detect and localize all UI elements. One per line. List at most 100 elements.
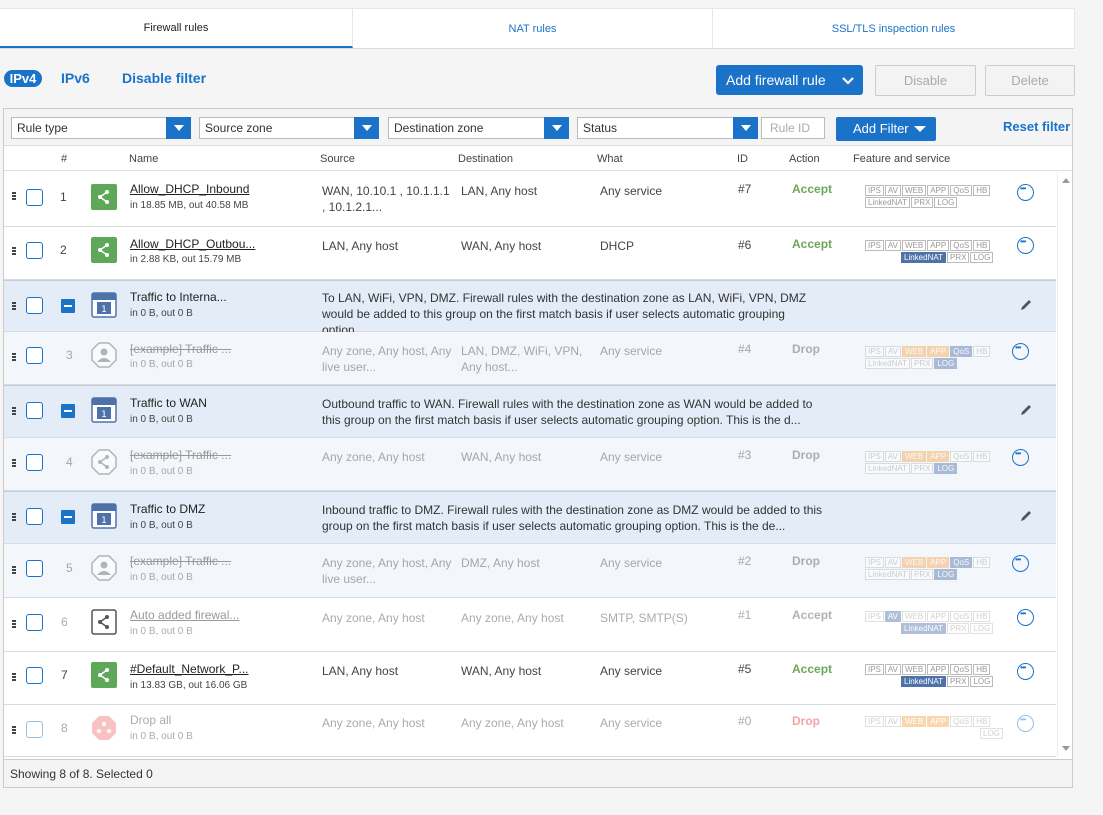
ipv6-toggle[interactable]: IPv6	[61, 70, 90, 86]
group-name[interactable]: Traffic to DMZ	[130, 502, 205, 516]
chevron-down-icon[interactable]	[841, 73, 855, 87]
drag-handle-icon[interactable]	[12, 459, 16, 467]
tab-nat-rules[interactable]: NAT rules	[353, 9, 713, 48]
col-id[interactable]: ID	[737, 153, 748, 165]
drag-handle-icon[interactable]	[12, 566, 16, 574]
destination-zone-select[interactable]: Destination zone	[388, 117, 569, 139]
row-checkbox[interactable]	[26, 721, 43, 738]
scroll-up-icon[interactable]	[1062, 178, 1070, 183]
delete-button[interactable]: Delete	[985, 65, 1075, 96]
col-name[interactable]: Name	[129, 153, 158, 165]
row-checkbox[interactable]	[26, 297, 43, 314]
row-checkbox[interactable]	[26, 560, 43, 577]
table-row[interactable]: 3 [example] Traffic ... in 0 B, out 0 B …	[4, 332, 1056, 385]
ipv4-toggle[interactable]: IPv4	[4, 70, 42, 87]
rule-name-link[interactable]: #Default_Network_P...	[130, 662, 249, 676]
drag-handle-icon[interactable]	[12, 302, 16, 310]
vertical-scrollbar[interactable]	[1057, 172, 1072, 757]
ips-badge: IPS	[865, 664, 884, 675]
reset-filter-link[interactable]: Reset filter	[1003, 119, 1070, 134]
col-num[interactable]: #	[61, 153, 67, 165]
table-row[interactable]: 4 [example] Traffic ... in 0 B, out 0 B …	[4, 438, 1056, 491]
web-badge: WEB	[901, 611, 927, 622]
drag-handle-icon[interactable]	[12, 407, 16, 415]
more-options-icon[interactable]	[1017, 715, 1034, 732]
dropdown-arrow-icon[interactable]	[544, 117, 569, 139]
drag-handle-icon[interactable]	[12, 673, 16, 681]
drag-handle-icon[interactable]	[12, 726, 16, 734]
row-checkbox[interactable]	[26, 667, 43, 684]
dropdown-arrow-icon[interactable]	[733, 117, 758, 139]
table-row[interactable]: 6 Auto added firewal... in 0 B, out 0 B …	[4, 598, 1056, 652]
group-row[interactable]: 1 Traffic to WAN in 0 B, out 0 B Outboun…	[4, 385, 1056, 438]
more-options-icon[interactable]	[1017, 663, 1034, 680]
add-firewall-rule-button[interactable]: Add firewall rule	[716, 65, 863, 95]
collapse-icon[interactable]	[61, 404, 75, 418]
row-checkbox[interactable]	[26, 614, 43, 631]
rule-name-link[interactable]: Auto added firewal...	[130, 608, 239, 622]
group-name[interactable]: Traffic to Interna...	[130, 290, 227, 304]
drag-handle-icon[interactable]	[12, 247, 16, 255]
status-select[interactable]: Status	[577, 117, 758, 139]
table-row[interactable]: 7 #Default_Network_P... in 13.83 GB, out…	[4, 652, 1056, 705]
row-checkbox[interactable]	[26, 347, 43, 364]
col-action[interactable]: Action	[789, 153, 820, 165]
group-name[interactable]: Traffic to WAN	[130, 396, 207, 410]
row-checkbox[interactable]	[26, 454, 43, 471]
collapse-icon[interactable]	[61, 510, 75, 524]
scroll-down-icon[interactable]	[1062, 746, 1070, 751]
log-badge: LOG	[970, 252, 994, 263]
av-badge: AV	[884, 451, 901, 462]
rule-name-link[interactable]: [example] Traffic ...	[130, 448, 231, 462]
tab-firewall-rules[interactable]: Firewall rules	[0, 9, 353, 48]
add-filter-button[interactable]: Add Filter	[836, 117, 936, 141]
rule-name-link[interactable]: [example] Traffic ...	[130, 342, 231, 356]
drag-handle-icon[interactable]	[12, 620, 16, 628]
col-source[interactable]: Source	[320, 153, 355, 165]
rule-id-input[interactable]: Rule ID	[761, 117, 825, 139]
status-footer: Showing 8 of 8. Selected 0	[4, 759, 1072, 787]
group-row[interactable]: 1 Traffic to Interna... in 0 B, out 0 B …	[4, 280, 1056, 337]
col-destination[interactable]: Destination	[458, 153, 513, 165]
more-options-icon[interactable]	[1012, 343, 1029, 360]
row-checkbox[interactable]	[26, 242, 43, 259]
source-zone-select[interactable]: Source zone	[199, 117, 379, 139]
rule-source: Any zone, Any host, Any live user...	[322, 344, 452, 374]
more-options-icon[interactable]	[1017, 609, 1034, 626]
pencil-icon[interactable]	[1019, 298, 1033, 312]
row-checkbox[interactable]	[26, 508, 43, 525]
rule-name-link[interactable]: Allow_DHCP_Inbound	[130, 182, 249, 196]
rule-traffic: in 0 B, out 0 B	[130, 572, 193, 583]
row-checkbox[interactable]	[26, 402, 43, 419]
rule-type-select[interactable]: Rule type	[11, 117, 191, 139]
col-feature[interactable]: Feature and service	[853, 153, 950, 165]
more-options-icon[interactable]	[1012, 449, 1029, 466]
disable-button[interactable]: Disable	[875, 65, 976, 96]
drag-handle-icon[interactable]	[12, 192, 16, 200]
row-checkbox[interactable]	[26, 189, 43, 206]
disable-filter-link[interactable]: Disable filter	[122, 70, 206, 86]
table-row[interactable]: 8 Drop all in 0 B, out 0 B Any zone, Any…	[4, 705, 1056, 757]
drag-handle-icon[interactable]	[12, 513, 16, 521]
rule-name-link[interactable]: [example] Traffic ...	[130, 554, 231, 568]
rule-name-link[interactable]: Allow_DHCP_Outbou...	[130, 237, 255, 251]
group-row[interactable]: 1 Traffic to DMZ in 0 B, out 0 B Inbound…	[4, 491, 1056, 544]
col-what[interactable]: What	[597, 153, 623, 165]
more-options-icon[interactable]	[1017, 184, 1034, 201]
drag-handle-icon[interactable]	[12, 353, 16, 361]
more-options-icon[interactable]	[1012, 555, 1029, 572]
pencil-icon[interactable]	[1019, 403, 1033, 417]
table-row[interactable]: 5 [example] Traffic ... in 0 B, out 0 B …	[4, 544, 1056, 598]
collapse-icon[interactable]	[61, 299, 75, 313]
dropdown-arrow-icon[interactable]	[354, 117, 379, 139]
more-options-icon[interactable]	[1017, 237, 1034, 254]
pencil-icon[interactable]	[1019, 509, 1033, 523]
tab-ssl-tls-rules[interactable]: SSL/TLS inspection rules	[713, 9, 1074, 48]
table-row[interactable]: 2 Allow_DHCP_Outbou... in 2.88 KB, out 1…	[4, 227, 1056, 280]
dropdown-arrow-icon[interactable]	[166, 117, 191, 139]
table-row[interactable]: 1 Allow_DHCP_Inbound in 18.85 MB, out 40…	[4, 172, 1056, 227]
rule-name[interactable]: Drop all	[130, 713, 171, 727]
qos-badge: QoS	[950, 240, 973, 251]
app-badge: APP	[927, 611, 950, 622]
hb-badge: HB	[973, 451, 991, 462]
